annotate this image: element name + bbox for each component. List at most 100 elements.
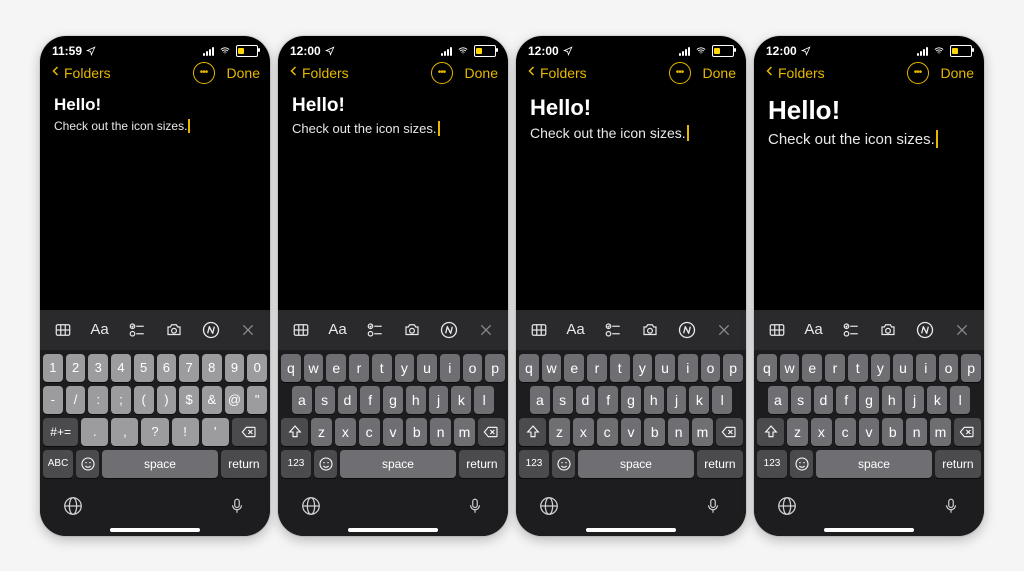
- globe-icon[interactable]: [300, 495, 322, 517]
- note-editor[interactable]: Hello! Check out the icon sizes.: [278, 90, 508, 310]
- key-0[interactable]: 0: [247, 354, 267, 382]
- key-v[interactable]: v: [621, 418, 642, 446]
- key-y[interactable]: y: [395, 354, 415, 382]
- close-icon[interactable]: [467, 316, 504, 344]
- space-key[interactable]: space: [102, 450, 218, 478]
- key-x[interactable]: x: [811, 418, 832, 446]
- key-j[interactable]: j: [429, 386, 449, 414]
- abc-key[interactable]: ABC: [43, 450, 73, 478]
- key-n[interactable]: n: [906, 418, 927, 446]
- key-k[interactable]: k: [689, 386, 709, 414]
- key-u[interactable]: u: [893, 354, 913, 382]
- key-s[interactable]: s: [791, 386, 811, 414]
- camera-icon[interactable]: [155, 316, 192, 344]
- text-format-button[interactable]: Aa: [81, 316, 118, 344]
- numbers-key[interactable]: 123: [757, 450, 787, 478]
- backspace-key[interactable]: [232, 418, 267, 446]
- key-n[interactable]: n: [430, 418, 451, 446]
- key-s[interactable]: s: [315, 386, 335, 414]
- key-b[interactable]: b: [406, 418, 427, 446]
- emoji-key[interactable]: [790, 450, 813, 478]
- key-w[interactable]: w: [304, 354, 324, 382]
- key-m[interactable]: m: [930, 418, 951, 446]
- key-2[interactable]: 2: [66, 354, 86, 382]
- globe-icon[interactable]: [538, 495, 560, 517]
- key-p[interactable]: p: [485, 354, 505, 382]
- markup-icon[interactable]: [430, 316, 467, 344]
- key-f[interactable]: f: [836, 386, 856, 414]
- backspace-key[interactable]: [716, 418, 743, 446]
- key-k[interactable]: k: [451, 386, 471, 414]
- key-m[interactable]: m: [692, 418, 713, 446]
- key-5[interactable]: 5: [134, 354, 154, 382]
- return-key[interactable]: return: [221, 450, 267, 478]
- table-icon[interactable]: [282, 316, 319, 344]
- key-sym[interactable]: ,: [111, 418, 138, 446]
- return-key[interactable]: return: [935, 450, 981, 478]
- key-t[interactable]: t: [372, 354, 392, 382]
- checklist-icon[interactable]: [594, 316, 631, 344]
- key-e[interactable]: e: [802, 354, 822, 382]
- camera-icon[interactable]: [393, 316, 430, 344]
- key-o[interactable]: o: [463, 354, 483, 382]
- key-sym[interactable]: !: [172, 418, 199, 446]
- more-button[interactable]: •••: [907, 62, 929, 84]
- done-button[interactable]: Done: [941, 65, 974, 81]
- key-d[interactable]: d: [814, 386, 834, 414]
- key-6[interactable]: 6: [157, 354, 177, 382]
- note-editor[interactable]: Hello! Check out the icon sizes.: [754, 90, 984, 310]
- markup-icon[interactable]: [192, 316, 229, 344]
- key-l[interactable]: l: [950, 386, 970, 414]
- key-sym[interactable]: -: [43, 386, 63, 414]
- globe-icon[interactable]: [776, 495, 798, 517]
- key-f[interactable]: f: [360, 386, 380, 414]
- camera-icon[interactable]: [869, 316, 906, 344]
- key-r[interactable]: r: [349, 354, 369, 382]
- table-icon[interactable]: [758, 316, 795, 344]
- key-e[interactable]: e: [564, 354, 584, 382]
- key-u[interactable]: u: [417, 354, 437, 382]
- key-c[interactable]: c: [597, 418, 618, 446]
- key-sym[interactable]: :: [88, 386, 108, 414]
- key-h[interactable]: h: [406, 386, 426, 414]
- key-k[interactable]: k: [927, 386, 947, 414]
- key-i[interactable]: i: [440, 354, 460, 382]
- shift-key[interactable]: [519, 418, 546, 446]
- shift-key[interactable]: [281, 418, 308, 446]
- key-n[interactable]: n: [668, 418, 689, 446]
- key-s[interactable]: s: [553, 386, 573, 414]
- space-key[interactable]: space: [816, 450, 932, 478]
- note-editor[interactable]: Hello! Check out the icon sizes.: [40, 90, 270, 310]
- key-l[interactable]: l: [474, 386, 494, 414]
- key-c[interactable]: c: [835, 418, 856, 446]
- more-button[interactable]: •••: [431, 62, 453, 84]
- key-sym[interactable]: .: [81, 418, 108, 446]
- key-sym[interactable]: $: [179, 386, 199, 414]
- key-9[interactable]: 9: [225, 354, 245, 382]
- key-f[interactable]: f: [598, 386, 618, 414]
- key-sym[interactable]: ": [247, 386, 267, 414]
- text-format-button[interactable]: Aa: [557, 316, 594, 344]
- key-p[interactable]: p: [723, 354, 743, 382]
- key-u[interactable]: u: [655, 354, 675, 382]
- key-t[interactable]: t: [610, 354, 630, 382]
- shift-key[interactable]: [757, 418, 784, 446]
- close-icon[interactable]: [705, 316, 742, 344]
- key-r[interactable]: r: [587, 354, 607, 382]
- back-button[interactable]: Folders: [526, 63, 587, 82]
- key-e[interactable]: e: [326, 354, 346, 382]
- back-button[interactable]: Folders: [50, 63, 111, 82]
- key-sym[interactable]: ?: [141, 418, 168, 446]
- key-j[interactable]: j: [905, 386, 925, 414]
- done-button[interactable]: Done: [227, 65, 260, 81]
- text-format-button[interactable]: Aa: [795, 316, 832, 344]
- key-j[interactable]: j: [667, 386, 687, 414]
- close-icon[interactable]: [943, 316, 980, 344]
- key-w[interactable]: w: [780, 354, 800, 382]
- key-m[interactable]: m: [454, 418, 475, 446]
- key-q[interactable]: q: [281, 354, 301, 382]
- key-x[interactable]: x: [335, 418, 356, 446]
- table-icon[interactable]: [520, 316, 557, 344]
- text-format-button[interactable]: Aa: [319, 316, 356, 344]
- key-x[interactable]: x: [573, 418, 594, 446]
